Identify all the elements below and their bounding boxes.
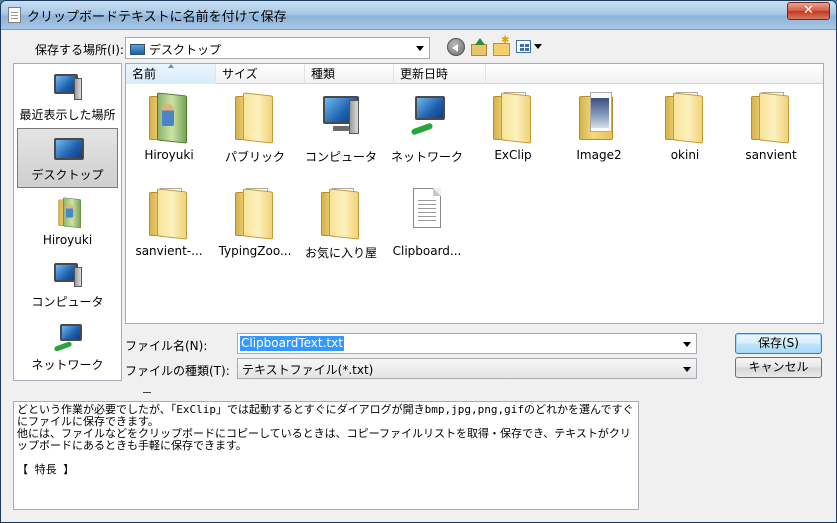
- filetype-value: テキストファイル(*.txt): [242, 363, 374, 377]
- network-icon: [405, 90, 449, 142]
- cancel-button[interactable]: キャンセル: [735, 357, 822, 378]
- sort-ascending-icon: [168, 64, 174, 68]
- save-button[interactable]: 保存(S): [735, 333, 822, 354]
- folder-icon: [491, 90, 535, 144]
- folder-icon: [147, 186, 191, 240]
- file-item[interactable]: パブリック: [212, 90, 298, 176]
- close-button[interactable]: ✕: [787, 2, 830, 20]
- column-size[interactable]: サイズ: [216, 64, 305, 84]
- file-item[interactable]: okini: [642, 90, 728, 176]
- places-bar: 最近表示した場所 デスクトップ Hiroyuki コンピュータ ネットワーク: [13, 63, 122, 381]
- file-item[interactable]: TypingZoo...: [212, 186, 298, 272]
- file-item[interactable]: Clipboard...: [384, 186, 470, 272]
- column-label: 名前: [132, 67, 157, 81]
- filetype-label: ファイルの種類(T):: [125, 364, 230, 378]
- computer-icon: [52, 259, 84, 291]
- column-label: 種類: [311, 67, 336, 81]
- file-item[interactable]: ネットワーク: [384, 90, 470, 176]
- save-in-value: デスクトップ: [130, 41, 221, 58]
- computer-icon: [319, 90, 363, 142]
- desktop-icon: [53, 134, 85, 166]
- column-header: 名前 サイズ 種類 更新日時: [126, 64, 823, 84]
- user-folder-icon: [147, 90, 191, 144]
- view-menu-icon[interactable]: [516, 40, 531, 53]
- text-file-icon: [405, 186, 449, 238]
- folder-icon: [233, 90, 277, 144]
- network-icon: [52, 322, 84, 354]
- title-bar[interactable]: クリップボードテキストに名前を付けて保存 ✕: [1, 1, 836, 30]
- window-title: クリップボードテキストに名前を付けて保存: [27, 10, 287, 25]
- file-name: okini: [670, 148, 700, 162]
- place-recent[interactable]: 最近表示した場所: [17, 67, 118, 127]
- file-item[interactable]: sanvient-...: [126, 186, 212, 272]
- folder-icon: [233, 186, 277, 240]
- folder-icon: [663, 90, 707, 144]
- document-icon: [8, 7, 21, 23]
- file-name: Image2: [576, 148, 622, 162]
- file-name: ExClip: [494, 148, 532, 162]
- new-folder-icon[interactable]: [492, 35, 510, 56]
- file-name: コンピュータ: [304, 150, 377, 164]
- chevron-down-icon[interactable]: [683, 342, 691, 347]
- place-network[interactable]: ネットワーク: [17, 317, 118, 377]
- filetype-dropdown[interactable]: テキストファイル(*.txt): [237, 358, 697, 379]
- place-user[interactable]: Hiroyuki: [17, 191, 118, 251]
- resize-grip[interactable]: [143, 392, 151, 393]
- chevron-down-icon: [416, 46, 424, 51]
- place-label: デスクトップ: [31, 168, 104, 182]
- file-item[interactable]: ExClip: [470, 90, 556, 176]
- desktop-icon: [130, 44, 145, 55]
- place-computer[interactable]: コンピュータ: [17, 254, 118, 314]
- place-label: Hiroyuki: [42, 233, 93, 247]
- file-name: パブリック: [224, 150, 285, 164]
- user-folder-icon: [57, 196, 81, 229]
- folder-icon: [319, 186, 363, 240]
- preview-textbox[interactable]: どという作業が必要でしたが、「ExClip」では起動するとすぐにダイアログが開き…: [13, 401, 639, 510]
- place-desktop[interactable]: デスクトップ: [17, 128, 118, 188]
- file-item[interactable]: sanvient: [728, 90, 814, 176]
- column-modified[interactable]: 更新日時: [394, 64, 486, 84]
- column-name[interactable]: 名前: [126, 64, 216, 84]
- file-item[interactable]: Hiroyuki: [126, 90, 212, 176]
- file-name: sanvient: [745, 148, 797, 162]
- column-label: 更新日時: [400, 67, 449, 81]
- file-name: TypingZoo...: [218, 244, 292, 258]
- chevron-down-icon: [683, 367, 691, 372]
- image-folder-icon: [577, 90, 621, 142]
- file-list[interactable]: 名前 サイズ 種類 更新日時 Hiroyuki パブリック コンピュータ ネット…: [125, 63, 824, 324]
- back-icon[interactable]: [447, 38, 465, 56]
- file-name: sanvient-...: [135, 244, 203, 258]
- filename-label: ファイル名(N):: [125, 339, 208, 353]
- save-in-label: 保存する場所(I):: [35, 43, 124, 57]
- file-name: お気に入り屋: [304, 246, 377, 260]
- folder-icon: [749, 90, 793, 144]
- filename-input[interactable]: ClipboardText.txt: [237, 333, 697, 354]
- place-label: コンピュータ: [31, 295, 104, 309]
- up-one-level-icon[interactable]: [470, 38, 488, 56]
- file-name: Clipboard...: [392, 244, 462, 258]
- file-name: Hiroyuki: [144, 148, 194, 162]
- place-label: ネットワーク: [31, 358, 104, 372]
- file-name: ネットワーク: [390, 150, 463, 164]
- save-in-dropdown[interactable]: デスクトップ: [125, 37, 430, 59]
- save-in-value-text: デスクトップ: [149, 43, 222, 57]
- recent-places-icon: [52, 72, 84, 104]
- file-item[interactable]: コンピュータ: [298, 90, 384, 176]
- chevron-down-icon[interactable]: [534, 44, 542, 49]
- column-label: サイズ: [222, 67, 258, 81]
- column-type[interactable]: 種類: [305, 64, 394, 84]
- filename-value: ClipboardText.txt: [240, 336, 344, 351]
- file-item[interactable]: お気に入り屋: [298, 186, 384, 272]
- file-item[interactable]: Image2: [556, 90, 642, 176]
- save-dialog-window: クリップボードテキストに名前を付けて保存 ✕ 保存する場所(I): デスクトップ…: [0, 0, 837, 523]
- place-label: 最近表示した場所: [19, 108, 116, 122]
